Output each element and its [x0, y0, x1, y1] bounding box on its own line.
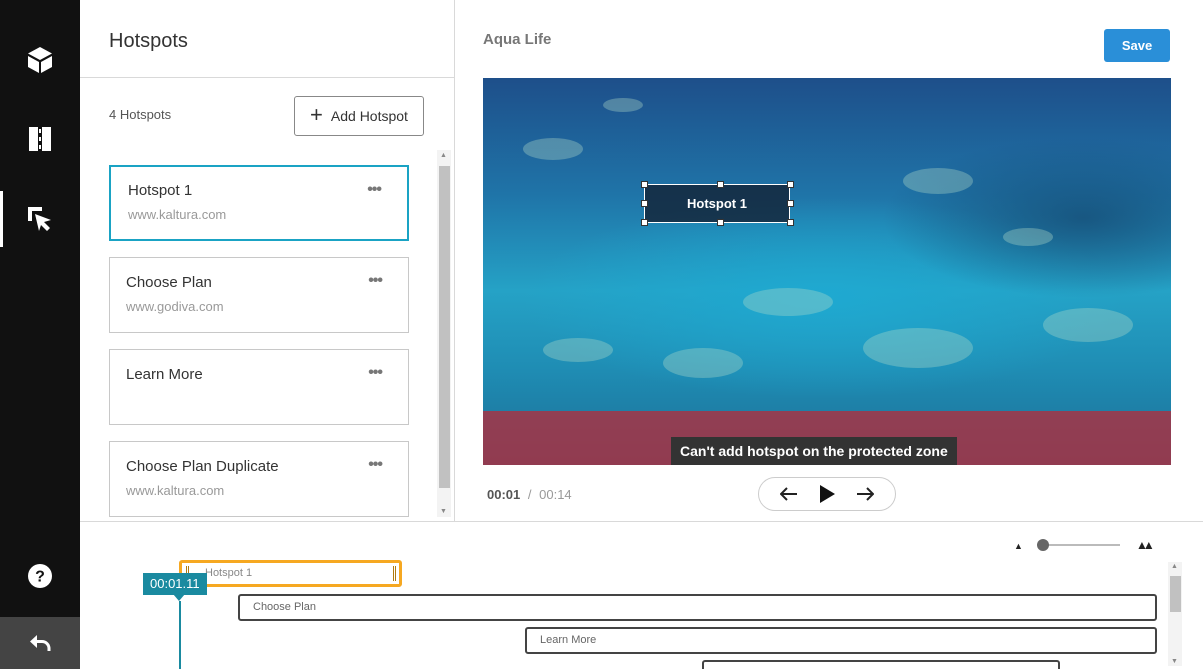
rail-item-cube[interactable]	[0, 32, 80, 88]
scroll-up-icon[interactable]: ▲	[1171, 563, 1178, 570]
timeline-bar-label: Learn More	[540, 634, 597, 646]
scroll-down-icon[interactable]: ▼	[440, 508, 447, 515]
hotspot-card[interactable]: Learn More •••	[109, 349, 409, 425]
cube-icon	[28, 47, 52, 73]
video-title: Aqua Life	[483, 31, 552, 48]
resize-handle[interactable]	[787, 200, 794, 207]
hotspot-overlay[interactable]: Hotspot 1	[644, 184, 790, 223]
trim-handle-end[interactable]	[393, 566, 396, 581]
undo-icon	[30, 635, 51, 651]
hotspot-list: Hotspot 1 www.kaltura.com ••• Choose Pla…	[80, 150, 455, 517]
hotspot-count: 4 Hotspots	[109, 107, 172, 122]
time-separator: /	[527, 487, 532, 502]
resize-handle[interactable]	[717, 219, 724, 226]
help-icon: ?	[28, 564, 52, 588]
hotspot-card-url: www.kaltura.com	[126, 483, 225, 498]
hotspot-card-title: Choose Plan	[126, 274, 212, 291]
nav-rail: ?	[0, 0, 80, 669]
zoom-control: ▲ ▲▲	[1014, 538, 1155, 552]
timeline-bar[interactable]	[702, 660, 1060, 669]
more-options-icon[interactable]: •••	[368, 364, 383, 382]
video-preview[interactable]: Hotspot 1 Can't add hotspot on the prote…	[483, 78, 1171, 465]
playback-controls	[758, 477, 896, 511]
playhead-pointer	[173, 594, 185, 601]
hotspot-card-url: www.kaltura.com	[128, 207, 227, 222]
timeline-bar[interactable]: Choose Plan	[238, 594, 1157, 621]
step-back-button[interactable]	[779, 487, 798, 501]
more-options-icon[interactable]: •••	[368, 272, 383, 290]
resize-handle[interactable]	[787, 181, 794, 188]
hotspot-overlay-label: Hotspot 1	[687, 196, 747, 211]
timeline-bar[interactable]: Hotspot 1	[179, 560, 402, 587]
duration: 00:14	[539, 487, 572, 502]
fish-shape	[1043, 308, 1133, 342]
save-button[interactable]: Save	[1104, 29, 1170, 62]
timeline: ▲ ▲▲ Hotspot 1 Choose Plan Learn More 00…	[80, 521, 1203, 669]
scroll-down-icon[interactable]: ▼	[1171, 658, 1178, 665]
hotspot-card-title: Hotspot 1	[128, 182, 193, 199]
more-options-icon[interactable]: •••	[367, 181, 382, 199]
fish-shape	[523, 138, 583, 160]
fish-shape	[603, 98, 643, 112]
list-scrollbar[interactable]: ▲ ▼	[437, 150, 451, 517]
timeline-bar-label: Choose Plan	[253, 601, 316, 613]
arrow-left-icon	[779, 487, 797, 501]
fish-shape	[543, 338, 613, 362]
zoom-slider-track[interactable]	[1042, 544, 1120, 546]
zoom-out-icon[interactable]: ▲	[1014, 541, 1023, 551]
more-options-icon[interactable]: •••	[368, 456, 383, 474]
hotspot-card[interactable]: Choose Plan Duplicate www.kaltura.com ••…	[109, 441, 409, 517]
timeline-bar-label: Hotspot 1	[205, 567, 253, 579]
fish-shape	[903, 168, 973, 194]
fish-shape	[663, 348, 743, 378]
playhead-time[interactable]: 00:01.11	[143, 573, 207, 595]
playhead-line[interactable]	[179, 601, 181, 669]
resize-handle[interactable]	[641, 219, 648, 226]
svg-text:?: ?	[35, 569, 45, 586]
hotspot-card[interactable]: Hotspot 1 www.kaltura.com •••	[109, 165, 409, 241]
fish-shape	[743, 288, 833, 316]
timeline-scrollbar[interactable]: ▲ ▼	[1168, 562, 1182, 666]
protected-zone-message: Can't add hotspot on the protected zone	[671, 437, 957, 465]
timeline-bar[interactable]: Learn More	[525, 627, 1157, 654]
rail-item-layout[interactable]	[0, 111, 80, 167]
zoom-in-icon[interactable]: ▲▲	[1136, 538, 1155, 552]
plus-icon: +	[310, 102, 323, 127]
scroll-up-icon[interactable]: ▲	[440, 152, 447, 159]
step-forward-button[interactable]	[856, 487, 875, 501]
add-hotspot-button[interactable]: + Add Hotspot	[294, 96, 424, 136]
hotspot-card-title: Choose Plan Duplicate	[126, 458, 279, 475]
fish-shape	[1003, 228, 1053, 246]
list-scrollbar-thumb[interactable]	[439, 166, 450, 488]
resize-handle[interactable]	[641, 200, 648, 207]
timeline-scrollbar-thumb[interactable]	[1170, 576, 1181, 612]
resize-handle[interactable]	[787, 219, 794, 226]
back-button[interactable]	[0, 617, 80, 669]
add-hotspot-label: Add Hotspot	[330, 108, 408, 124]
resize-handle[interactable]	[641, 181, 648, 188]
layout-icon	[29, 127, 51, 151]
current-time: 00:01	[487, 487, 521, 502]
resize-handle[interactable]	[717, 181, 724, 188]
help-button[interactable]: ?	[0, 548, 80, 604]
hotspot-card-title: Learn More	[126, 366, 203, 383]
arrow-right-icon	[857, 487, 875, 501]
cursor-click-icon	[28, 207, 51, 231]
hotspot-card-url: www.godiva.com	[126, 299, 224, 314]
play-icon	[819, 485, 835, 503]
fish-shape	[863, 328, 973, 368]
panel-title: Hotspots	[109, 30, 188, 52]
hotspots-panel: Hotspots 4 Hotspots + Add Hotspot Hotspo…	[80, 0, 455, 521]
play-button[interactable]	[819, 485, 835, 503]
hotspot-card[interactable]: Choose Plan www.godiva.com •••	[109, 257, 409, 333]
zoom-slider-handle[interactable]	[1037, 539, 1049, 551]
rail-item-hotspots[interactable]	[0, 191, 80, 247]
app: ? Hotspots 4 Hotspots + Add Hotspot Hots…	[0, 0, 1203, 669]
time-display: 00:01 / 00:14	[487, 487, 572, 502]
panel-divider	[80, 77, 455, 78]
